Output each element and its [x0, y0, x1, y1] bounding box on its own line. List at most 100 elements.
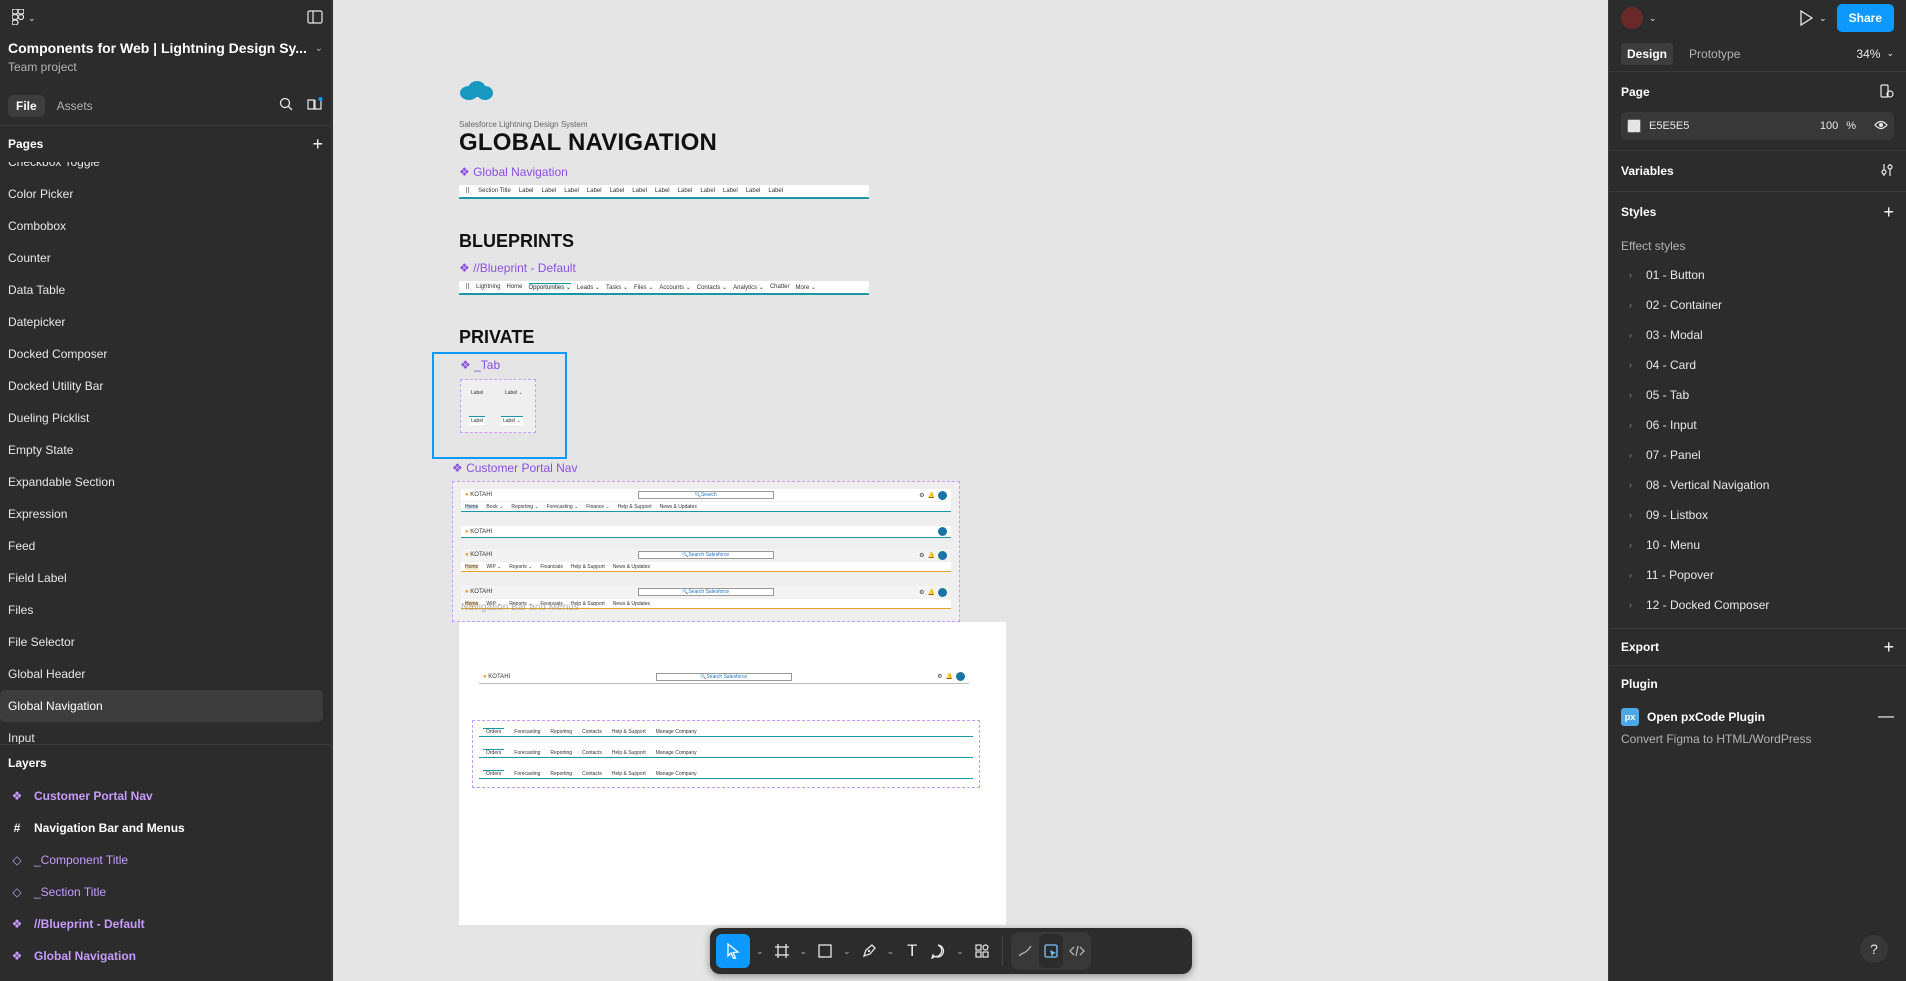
page-color-value[interactable]: E5E5E5	[1649, 120, 1689, 132]
dev-mode-button[interactable]	[1065, 934, 1089, 968]
page-item[interactable]: Dueling Picklist	[0, 402, 323, 434]
chevron-down-icon[interactable]: ⌄	[752, 934, 768, 968]
tab-file[interactable]: File	[8, 94, 45, 117]
page-item-selected[interactable]: Global Navigation	[0, 690, 323, 722]
tab-prototype[interactable]: Prototype	[1689, 47, 1740, 61]
tab-assets[interactable]: Assets	[49, 95, 101, 117]
page-item[interactable]: Datepicker	[0, 306, 323, 338]
eye-icon[interactable]	[1874, 120, 1888, 133]
add-style-icon[interactable]: +	[1883, 202, 1894, 223]
chevron-right-icon: ›	[1629, 540, 1632, 550]
page-item[interactable]: Combobox	[0, 210, 323, 242]
opacity-value[interactable]: 100	[1820, 120, 1838, 132]
add-page-icon[interactable]: +	[312, 134, 323, 155]
page-item[interactable]: Checkbox Toggle	[0, 162, 323, 178]
component-label-portal[interactable]: ❖ Customer Portal Nav	[452, 461, 577, 475]
move-tool-button[interactable]	[716, 934, 750, 968]
search-icon[interactable]	[279, 97, 293, 114]
page-item[interactable]: Docked Composer	[0, 338, 323, 370]
styles-section: Styles + Effect styles › 01 - Button › 02 …	[1609, 192, 1906, 629]
effect-style-item[interactable]: › 04 - Card	[1621, 350, 1894, 380]
style-icon[interactable]	[1880, 83, 1894, 101]
effect-style-item[interactable]: › 03 - Modal	[1621, 320, 1894, 350]
chevron-down-icon[interactable]: ⌄	[796, 934, 812, 968]
blueprint-nav-strip[interactable]: ⠿ Lightning Home Opportunities ⌄ Leads ⌄…	[459, 281, 869, 295]
component-label-blueprint[interactable]: ❖ //Blueprint - Default	[459, 261, 576, 275]
effect-style-item[interactable]: › 08 - Vertical Navigation	[1621, 470, 1894, 500]
component-label-global-nav[interactable]: ❖ Global Navigation	[459, 165, 568, 179]
library-icon[interactable]	[307, 97, 323, 114]
layer-item[interactable]: ❖ //Blueprint - Default	[0, 908, 331, 940]
menu-nav-3: Orders Forecasting Reporting Contacts He…	[479, 769, 973, 779]
brand-logo: ● KOTAHI	[465, 552, 493, 558]
page-item[interactable]: Files	[0, 594, 323, 626]
layer-item[interactable]: ❖ Global Navigation	[0, 940, 331, 972]
pxcode-plugin-row[interactable]: px Open pxCode Plugin —	[1621, 702, 1894, 732]
effect-style-item[interactable]: › 09 - Listbox	[1621, 500, 1894, 530]
effect-style-item[interactable]: › 12 - Docked Composer	[1621, 590, 1894, 620]
app-launcher-icon: ⠿	[465, 284, 471, 291]
portal-nav-variants[interactable]: ● KOTAHI 🔍 Search ⚙ 🔔 Home Book ⌄ Reporti…	[452, 481, 960, 622]
pen-icon	[862, 944, 876, 958]
comment-tool-button[interactable]	[926, 934, 950, 968]
minus-icon[interactable]: —	[1878, 708, 1894, 726]
page-item[interactable]: Expandable Section	[0, 466, 323, 498]
layer-item[interactable]: # Navigation Bar and Menus	[0, 812, 331, 844]
draw-mode-button[interactable]	[1013, 934, 1037, 968]
effect-style-item[interactable]: › 05 - Tab	[1621, 380, 1894, 410]
shape-tool-button[interactable]	[813, 934, 837, 968]
chevron-down-icon[interactable]: ⌄	[883, 934, 899, 968]
effect-style-item[interactable]: › 02 - Container	[1621, 290, 1894, 320]
layer-item[interactable]: ◇ _Section Title	[0, 876, 331, 908]
layer-item[interactable]: ◇ _Component Title	[0, 844, 331, 876]
user-menu[interactable]: ⌄	[1621, 7, 1657, 29]
chevron-down-icon[interactable]: ⌄	[952, 934, 968, 968]
effect-style-item[interactable]: › 07 - Panel	[1621, 440, 1894, 470]
effect-style-item[interactable]: › 11 - Popover	[1621, 560, 1894, 590]
page-item[interactable]: Counter	[0, 242, 323, 274]
layer-item[interactable]: ❖ Customer Portal Nav	[0, 780, 331, 812]
nav-item: Manage Company	[655, 770, 697, 777]
design-mode-button[interactable]	[1038, 934, 1063, 968]
chevron-down-icon[interactable]: ⌄	[839, 934, 855, 968]
variables-settings-icon[interactable]	[1880, 163, 1894, 180]
effect-style-item[interactable]: › 01 - Button	[1621, 260, 1894, 290]
tab-component-selection[interactable]: ❖ _Tab Label Label ⌄ Label Label ⌄	[432, 352, 567, 459]
help-button[interactable]: ?	[1860, 935, 1888, 963]
pen-tool-button[interactable]	[857, 934, 881, 968]
global-nav-strip[interactable]: ⠿ Section Title Label Label Label Label …	[459, 185, 869, 199]
plugin-section: Plugin px Open pxCode Plugin — Convert F…	[1609, 666, 1906, 756]
page-item[interactable]: Field Label	[0, 562, 323, 594]
text-tool-button[interactable]: T	[900, 934, 924, 968]
effect-style-item[interactable]: › 10 - Menu	[1621, 530, 1894, 560]
share-button[interactable]: Share	[1836, 4, 1894, 32]
strip-label: Tasks ⌄	[605, 284, 628, 291]
page-item[interactable]: Docked Utility Bar	[0, 370, 323, 402]
sidebar-toggle-icon[interactable]	[307, 9, 323, 27]
page-item[interactable]: Color Picker	[0, 178, 323, 210]
page-item[interactable]: Data Table	[0, 274, 323, 306]
page-item[interactable]: Input	[0, 722, 323, 744]
chevron-right-icon: ›	[1629, 600, 1632, 610]
page-item[interactable]: Global Header	[0, 658, 323, 690]
zoom-control[interactable]: 34% ⌄	[1856, 47, 1894, 61]
nav-item: News & Updates	[612, 600, 651, 607]
page-item[interactable]: Empty State	[0, 434, 323, 466]
file-title-row[interactable]: Components for Web | Lightning Design Sy…	[0, 36, 331, 56]
actions-tool-button[interactable]	[970, 934, 994, 968]
tab-design[interactable]: Design	[1621, 42, 1674, 65]
page-item[interactable]: Expression	[0, 498, 323, 530]
page-item[interactable]: File Selector	[0, 626, 323, 658]
present-button[interactable]: ⌄	[1799, 10, 1827, 26]
canvas[interactable]: Salesforce Lightning Design System GLOBA…	[333, 0, 1608, 981]
portal-header-4: ● KOTAHI 🔍 Search Salesforce ⚙ 🔔	[461, 586, 951, 598]
code-icon	[1068, 945, 1085, 957]
frame-tool-button[interactable]	[770, 934, 794, 968]
page-item[interactable]: Feed	[0, 530, 323, 562]
color-swatch[interactable]	[1627, 119, 1641, 133]
effect-style-item[interactable]: › 06 - Input	[1621, 410, 1894, 440]
navigation-bar-frame[interactable]: ● KOTAHI 🔍 Search Salesforce ⚙ 🔔 Orders F…	[459, 622, 1006, 925]
page-color-field[interactable]: E5E5E5 100 %	[1621, 112, 1894, 140]
add-export-icon[interactable]: +	[1883, 637, 1894, 658]
main-menu-button[interactable]: ⌄	[8, 5, 40, 32]
